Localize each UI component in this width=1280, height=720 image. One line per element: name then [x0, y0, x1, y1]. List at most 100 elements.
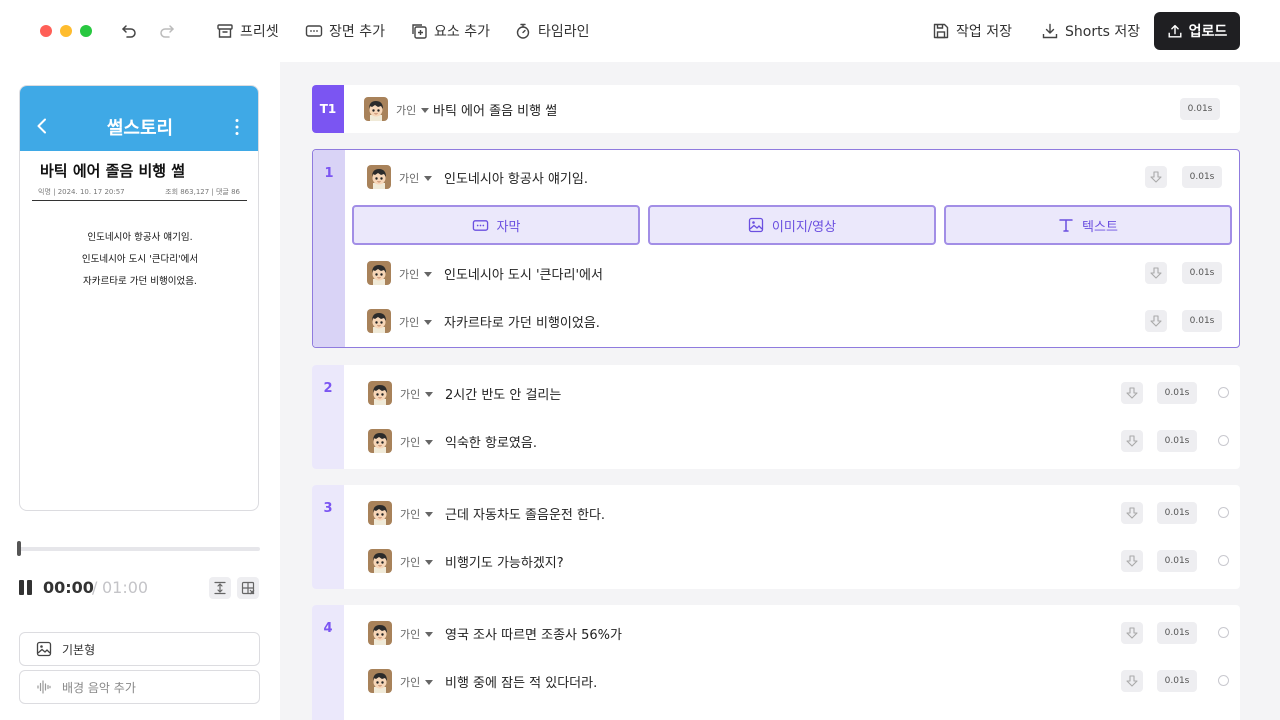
move-down-button[interactable]: [1121, 550, 1143, 572]
preview-post-stats: 조회 863,127 | 댓글 86: [165, 188, 240, 196]
avatar[interactable]: [367, 309, 391, 333]
move-down-button[interactable]: [1121, 502, 1143, 524]
avatar[interactable]: [368, 549, 392, 573]
character-avatar-icon: [367, 165, 391, 189]
speaker-select[interactable]: 가인: [396, 102, 430, 118]
select-radio[interactable]: [1218, 387, 1229, 398]
seek-bar[interactable]: [19, 547, 260, 551]
select-radio[interactable]: [1218, 675, 1229, 686]
upload-button[interactable]: 업로드: [1154, 12, 1240, 50]
line-text[interactable]: 영국 조사 따르면 조종사 56%가: [445, 624, 622, 643]
timeline-label: 타임라인: [538, 24, 590, 40]
move-down-button[interactable]: [1145, 310, 1167, 332]
add-image-video-button[interactable]: 이미지/영상: [648, 205, 936, 245]
close-window-dot[interactable]: [40, 25, 52, 37]
template-button[interactable]: 기본형: [19, 632, 260, 666]
caret-down-icon: [421, 107, 430, 113]
duration-badge[interactable]: 0.01s: [1157, 430, 1197, 452]
preview-panel: 썰스토리 바틱 에어 졸음 비행 썰 익명 | 2024. 10. 17 20:…: [0, 62, 280, 720]
preset-button[interactable]: 프리셋: [216, 18, 279, 44]
add-subtitle-button[interactable]: 자막: [352, 205, 640, 245]
speaker-select[interactable]: 가인: [399, 266, 433, 282]
speaker-select[interactable]: 가인: [400, 674, 434, 690]
move-down-button[interactable]: [1145, 166, 1167, 188]
line-text[interactable]: 근데 자동차도 졸음운전 한다.: [445, 504, 605, 523]
preview-body-line: 자카르타로 가던 비행이었음.: [83, 276, 197, 287]
speaker-select[interactable]: 가인: [399, 314, 433, 330]
timeline-button[interactable]: 타임라인: [514, 18, 590, 44]
add-scene-label: 장면 추가: [329, 24, 385, 40]
more-vertical-icon: [234, 118, 240, 140]
avatar[interactable]: [368, 669, 392, 693]
scene-card-1[interactable]: 1 가인 인도네시아 항공사 얘기임. 0.01s 자막 이미지/영상 텍스트 …: [312, 149, 1240, 348]
image-icon: [748, 217, 764, 233]
duration-badge[interactable]: 0.01s: [1157, 622, 1197, 644]
line-text[interactable]: 2시간 반도 안 걸리는: [445, 384, 561, 403]
select-radio[interactable]: [1218, 435, 1229, 446]
character-avatar-icon: [368, 549, 392, 573]
line-text[interactable]: 비행 중에 잠든 적 있다더라.: [445, 672, 597, 691]
avatar[interactable]: [368, 501, 392, 525]
line-text[interactable]: 익숙한 항로였음.: [445, 432, 537, 451]
duration-badge[interactable]: 0.01s: [1182, 310, 1222, 332]
avatar[interactable]: [368, 429, 392, 453]
upload-label: 업로드: [1188, 24, 1228, 40]
duration-badge[interactable]: 0.01s: [1180, 98, 1220, 120]
speaker-select[interactable]: 가인: [400, 434, 434, 450]
add-text-button[interactable]: 텍스트: [944, 205, 1232, 245]
add-subtitle-label: 자막: [496, 219, 521, 235]
duration-badge[interactable]: 0.01s: [1157, 550, 1197, 572]
duration-badge[interactable]: 0.01s: [1182, 262, 1222, 284]
character-avatar-icon: [368, 381, 392, 405]
move-down-button[interactable]: [1145, 262, 1167, 284]
move-down-button[interactable]: [1121, 382, 1143, 404]
duration-badge[interactable]: 0.01s: [1157, 670, 1197, 692]
select-radio[interactable]: [1218, 555, 1229, 566]
line-text[interactable]: 자카르타로 가던 비행이었음.: [444, 312, 600, 331]
scene-card-2[interactable]: 2 가인 2시간 반도 안 걸리는 0.01s 가인 익숙한 항로였음. 0.0…: [312, 365, 1240, 469]
arrow-down-icon: [1126, 675, 1138, 687]
character-avatar-icon: [368, 621, 392, 645]
duration-badge[interactable]: 0.01s: [1157, 382, 1197, 404]
minimize-window-dot[interactable]: [60, 25, 72, 37]
avatar[interactable]: [368, 621, 392, 645]
select-radio[interactable]: [1218, 627, 1229, 638]
line-text[interactable]: 인도네시아 항공사 얘기임.: [444, 168, 588, 187]
add-element-button[interactable]: 요소 추가: [410, 18, 490, 44]
duration-badge[interactable]: 0.01s: [1182, 166, 1222, 188]
maximize-window-dot[interactable]: [80, 25, 92, 37]
avatar[interactable]: [364, 97, 388, 121]
save-work-button[interactable]: 작업 저장: [932, 18, 1012, 44]
fit-height-button[interactable]: [209, 577, 231, 599]
speaker-select[interactable]: 가인: [400, 386, 434, 402]
speaker-select[interactable]: 가인: [400, 506, 434, 522]
duration-badge[interactable]: 0.01s: [1157, 502, 1197, 524]
avatar[interactable]: [367, 165, 391, 189]
select-radio[interactable]: [1218, 507, 1229, 518]
speaker-select[interactable]: 가인: [399, 170, 433, 186]
move-down-button[interactable]: [1121, 670, 1143, 692]
grid-toggle-button[interactable]: [237, 577, 259, 599]
add-scene-button[interactable]: 장면 추가: [305, 18, 385, 44]
avatar[interactable]: [367, 261, 391, 285]
line-text[interactable]: 인도네시아 도시 '큰다리'에서: [444, 264, 603, 283]
title-card[interactable]: T1 가인 바틱 에어 졸음 비행 썰 0.01s: [312, 85, 1240, 133]
move-down-button[interactable]: [1121, 430, 1143, 452]
avatar[interactable]: [368, 381, 392, 405]
character-avatar-icon: [368, 669, 392, 693]
seek-handle[interactable]: [17, 541, 21, 556]
add-bgm-button[interactable]: 배경 음악 추가: [19, 670, 260, 704]
scene-card-3[interactable]: 3 가인 근데 자동차도 졸음운전 한다. 0.01s 가인 비행기도 가능하겠…: [312, 485, 1240, 589]
speaker-select[interactable]: 가인: [400, 554, 434, 570]
line-text[interactable]: 바틱 에어 졸음 비행 썰: [433, 100, 557, 119]
scene-card-4[interactable]: 4 가인 영국 조사 따르면 조종사 56%가 0.01s 가인 비행 중에 잠…: [312, 605, 1240, 720]
save-work-label: 작업 저장: [956, 24, 1012, 40]
undo-icon[interactable]: [118, 20, 140, 42]
line-text[interactable]: 비행기도 가능하겠지?: [445, 552, 564, 571]
speaker-select[interactable]: 가인: [400, 626, 434, 642]
redo-icon[interactable]: [156, 20, 178, 42]
pause-icon[interactable]: [19, 580, 32, 595]
move-down-button[interactable]: [1121, 622, 1143, 644]
archive-icon: [217, 24, 233, 38]
save-shorts-button[interactable]: Shorts 저장: [1041, 18, 1140, 44]
